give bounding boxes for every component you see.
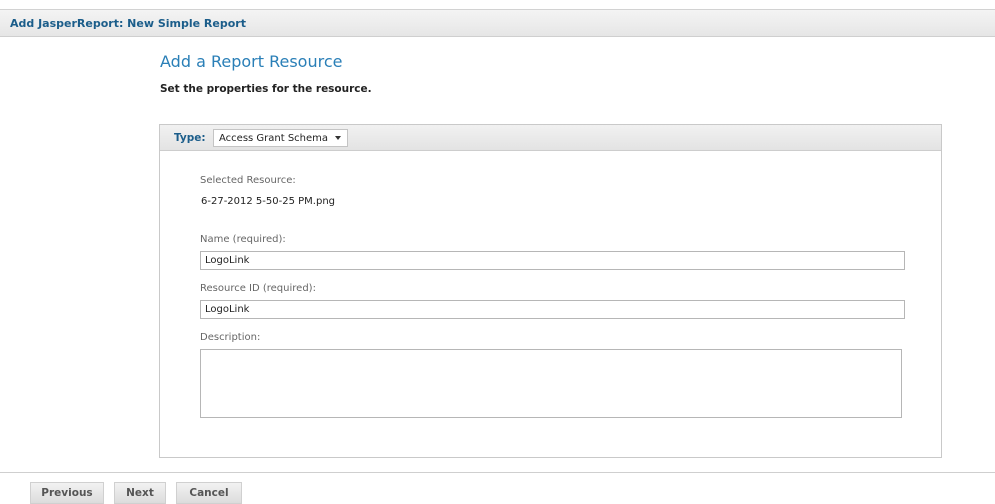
description-label: Description: (200, 332, 261, 343)
footer-divider (0, 472, 995, 473)
name-field[interactable] (200, 251, 905, 270)
window-title: Add JasperReport: New Simple Report (10, 17, 246, 30)
page-title: Add a Report Resource (160, 52, 343, 71)
type-select[interactable]: Access Grant Schema (213, 129, 349, 147)
page-subtitle: Set the properties for the resource. (160, 83, 372, 95)
panel-header: Type: Access Grant Schema (160, 125, 941, 151)
resource-panel: Type: Access Grant Schema Selected Resou… (159, 124, 942, 458)
description-field[interactable] (200, 349, 902, 418)
resource-id-field[interactable] (200, 300, 905, 319)
previous-button[interactable]: Previous (30, 482, 104, 504)
type-select-value: Access Grant Schema (219, 132, 329, 144)
next-button[interactable]: Next (114, 482, 166, 504)
selected-resource-label: Selected Resource: (200, 175, 296, 186)
chevron-down-icon (335, 136, 342, 140)
resource-id-label: Resource ID (required): (200, 283, 316, 294)
name-label: Name (required): (200, 234, 286, 245)
selected-resource-value: 6-27-2012 5-50-25 PM.png (201, 196, 336, 207)
type-label: Type: (174, 132, 206, 144)
window-titlebar: Add JasperReport: New Simple Report (0, 9, 995, 37)
cancel-button[interactable]: Cancel (176, 482, 242, 504)
